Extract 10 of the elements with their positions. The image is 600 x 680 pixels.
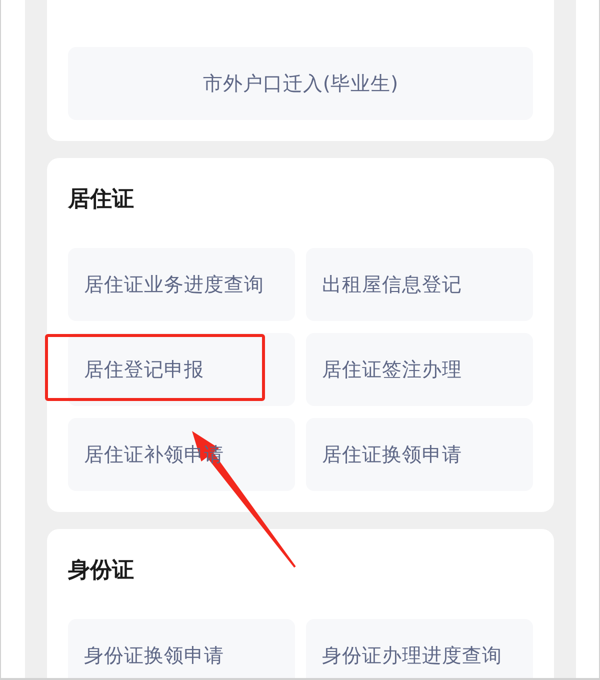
service-button[interactable]: 身份证办理进度查询 [306,619,533,678]
service-button[interactable]: 市外户口迁入(毕业生) [68,47,533,120]
service-button[interactable]: 居住登记申报 [68,333,295,406]
service-button[interactable]: 身份证换领申请 [68,619,295,678]
service-button[interactable]: 居住证签注办理 [306,333,533,406]
section-title: 身份证 [68,557,135,585]
service-button[interactable]: 居住证业务进度查询 [68,248,295,321]
section-title: 居住证 [68,186,135,214]
service-button[interactable]: 居住证换领申请 [306,418,533,491]
service-button[interactable]: 出租屋信息登记 [306,248,533,321]
